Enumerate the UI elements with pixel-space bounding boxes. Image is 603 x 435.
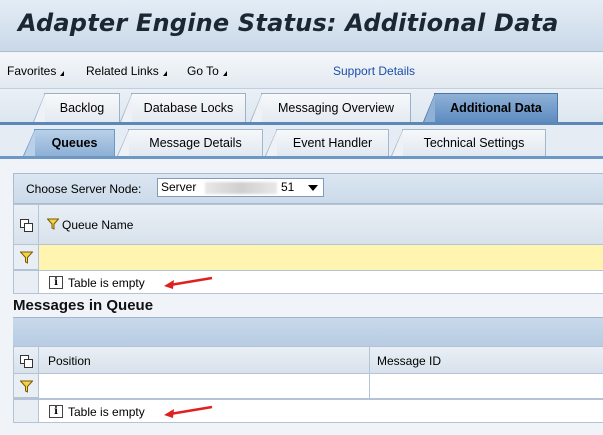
- menu-go-to[interactable]: Go To: [187, 64, 227, 78]
- server-node-value-suffix: 51: [281, 180, 295, 194]
- menu-bar: Favorites Related Links Go To Support De…: [0, 53, 603, 89]
- messages-empty-message: Table is empty: [68, 405, 145, 419]
- menu-caret-icon: [222, 71, 227, 76]
- column-divider: [369, 374, 370, 399]
- title-bar: Adapter Engine Status: Additional Data: [0, 0, 603, 52]
- support-details-link[interactable]: Support Details: [333, 64, 415, 78]
- dropdown-arrow-icon[interactable]: [308, 185, 318, 191]
- queues-filter-row[interactable]: [13, 245, 603, 270]
- messages-empty-row: i Table is empty: [13, 399, 603, 423]
- tab-database-locks[interactable]: Database Locks: [120, 93, 246, 122]
- server-node-value-prefix: Server: [161, 180, 197, 194]
- annotation-arrow-icon: [164, 276, 213, 289]
- messages-filter-row[interactable]: [13, 374, 603, 399]
- queues-table-header: Queue Name: [13, 204, 603, 245]
- tab-technical-settings[interactable]: Technical Settings: [391, 129, 546, 156]
- tab-backlog[interactable]: Backlog: [33, 93, 120, 122]
- column-header-queue-name[interactable]: Queue Name: [62, 218, 133, 232]
- filter-icon[interactable]: [20, 380, 33, 393]
- messages-filter-corner: [14, 374, 39, 398]
- content-area: Choose Server Node: Server 51 Queue Name: [0, 159, 603, 435]
- redacted-region: [205, 182, 277, 194]
- column-divider: [369, 347, 370, 375]
- menu-favorites[interactable]: Favorites: [7, 64, 65, 78]
- messages-section-title: Messages in Queue: [13, 297, 154, 314]
- messages-table: Position Message ID i Table is empty: [13, 346, 603, 426]
- menu-go-to-label: Go To: [187, 64, 219, 78]
- queues-empty-message: Table is empty: [68, 276, 145, 290]
- filter-icon[interactable]: [20, 251, 33, 264]
- queues-empty-corner: [14, 271, 39, 293]
- queues-table: Queue Name i Table is empty: [13, 204, 603, 294]
- queues-table-corner: [14, 205, 39, 244]
- menu-caret-icon: [60, 71, 65, 76]
- menu-related-links[interactable]: Related Links: [86, 64, 167, 78]
- filter-icon: [47, 218, 59, 230]
- messages-table-header: Position Message ID: [13, 346, 603, 375]
- server-node-select[interactable]: Server 51: [157, 178, 324, 197]
- column-settings-icon[interactable]: [20, 355, 33, 368]
- messages-table-corner: [14, 347, 39, 373]
- annotation-arrow-icon: [164, 405, 213, 418]
- info-icon: i: [49, 276, 63, 289]
- column-settings-icon[interactable]: [20, 219, 33, 232]
- tab-event-handler[interactable]: Event Handler: [265, 129, 389, 156]
- sub-tab-strip: Queues Message Details Event Handler Tec…: [0, 125, 603, 159]
- column-header-position[interactable]: Position: [48, 354, 91, 368]
- menu-favorites-label: Favorites: [7, 64, 57, 78]
- menu-related-links-label: Related Links: [86, 64, 159, 78]
- tab-message-details[interactable]: Message Details: [117, 129, 263, 156]
- column-header-message-id[interactable]: Message ID: [377, 354, 441, 368]
- queues-filter-corner: [14, 245, 39, 270]
- main-tab-strip: Backlog Database Locks Messaging Overvie…: [0, 89, 603, 125]
- server-node-label: Choose Server Node:: [26, 182, 142, 196]
- server-node-toolbar: Choose Server Node: Server 51: [13, 173, 603, 204]
- messages-toolbar: [13, 317, 603, 346]
- tab-queues[interactable]: Queues: [23, 129, 115, 156]
- page-title: Adapter Engine Status: Additional Data: [18, 9, 559, 37]
- info-icon: i: [49, 405, 63, 418]
- menu-caret-icon: [162, 71, 167, 76]
- tab-additional-data[interactable]: Additional Data: [423, 93, 558, 122]
- messages-empty-corner: [14, 400, 39, 422]
- tab-messaging-overview[interactable]: Messaging Overview: [250, 93, 411, 122]
- queues-empty-row: i Table is empty: [13, 270, 603, 294]
